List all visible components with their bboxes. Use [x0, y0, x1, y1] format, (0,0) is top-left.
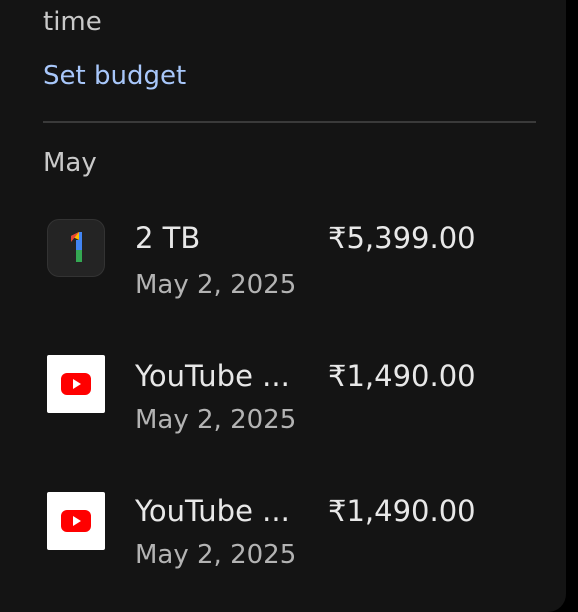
- purchase-item-youtube[interactable]: YouTube ... May 2, 2025 ₹1,490.00: [0, 478, 566, 578]
- youtube-icon: [47, 492, 105, 550]
- item-amount: ₹1,490.00: [328, 359, 476, 393]
- item-title: YouTube ...: [135, 494, 290, 528]
- item-title: 2 TB: [135, 221, 201, 255]
- item-date: May 2, 2025: [135, 540, 297, 570]
- purchase-item-google-one[interactable]: 2 TB May 2, 2025 ₹5,399.00: [0, 205, 566, 305]
- purchase-item-youtube[interactable]: YouTube ... May 2, 2025 ₹1,490.00: [0, 343, 566, 443]
- youtube-icon: [47, 355, 105, 413]
- google-one-icon: [47, 219, 105, 277]
- item-date: May 2, 2025: [135, 270, 297, 300]
- item-title: YouTube ...: [135, 359, 290, 393]
- section-divider: [43, 121, 536, 123]
- item-amount: ₹1,490.00: [328, 494, 476, 528]
- item-date: May 2, 2025: [135, 405, 297, 435]
- budget-panel: time Set budget May 2 TB May 2, 2025 ₹5,…: [0, 0, 566, 612]
- set-budget-link[interactable]: Set budget: [43, 59, 186, 93]
- item-amount: ₹5,399.00: [328, 221, 476, 255]
- month-heading: May: [43, 148, 97, 178]
- budget-description-text: time: [43, 7, 102, 37]
